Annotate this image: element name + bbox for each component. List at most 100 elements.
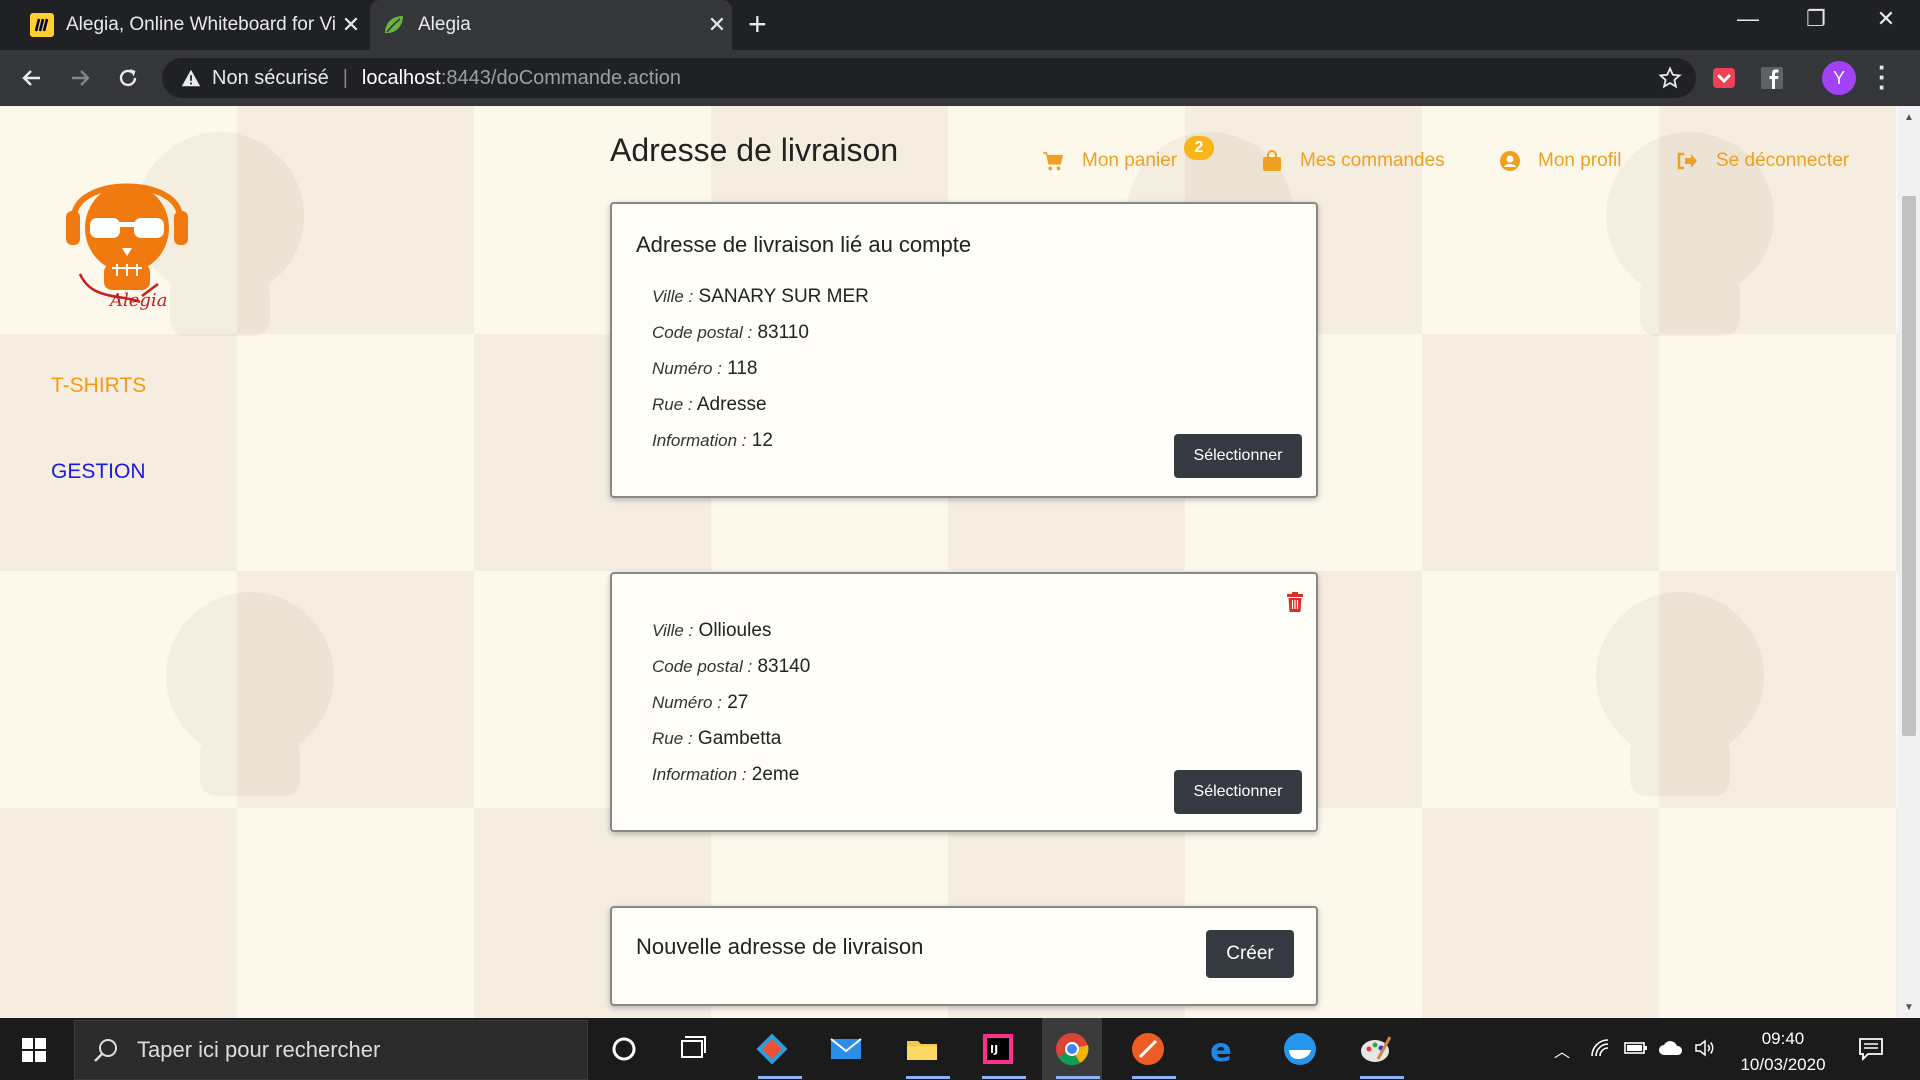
task-view-icon[interactable] — [676, 1031, 712, 1067]
paint-icon[interactable] — [1358, 1031, 1394, 1067]
address-card-saved: Ville : Ollioules Code postal : 83140 Nu… — [610, 572, 1318, 832]
scroll-down-icon[interactable]: ▼ — [1904, 1002, 1914, 1013]
field-label: Ville : — [652, 621, 694, 640]
address-bar[interactable]: Non sécurisé | localhost :8443/doCommand… — [162, 58, 1696, 98]
miro-icon — [30, 13, 54, 37]
mail-icon[interactable] — [828, 1031, 864, 1067]
field-label: Numéro : — [652, 693, 722, 712]
field-code-postal: Code postal : 83110 — [652, 322, 809, 344]
restore-icon[interactable]: ❐ — [1786, 6, 1846, 32]
sidebar-item-gestion[interactable]: GESTION — [51, 460, 146, 484]
intellij-icon[interactable]: IJ — [980, 1031, 1016, 1067]
field-ville: Ville : Ollioules — [652, 620, 771, 642]
new-tab-icon[interactable]: + — [748, 6, 767, 43]
chrome-icon[interactable] — [1054, 1031, 1090, 1067]
browser-tab-bar: Alegia, Online Whiteboard for Vi ✕ Alegi… — [0, 0, 1920, 50]
tab-alegia-miro[interactable]: Alegia, Online Whiteboard for Vi ✕ — [18, 0, 366, 50]
nav-logout-label: Se déconnecter — [1716, 150, 1850, 171]
tab-alegia[interactable]: Alegia ✕ — [370, 0, 732, 50]
volume-icon[interactable] — [1694, 1038, 1716, 1058]
forward-icon[interactable] — [60, 58, 100, 98]
trash-icon[interactable] — [1286, 592, 1304, 612]
field-label: Code postal : — [652, 657, 753, 676]
running-indicator — [758, 1076, 802, 1079]
field-ville: Ville : SANARY SUR MER — [652, 286, 869, 308]
taskbar-clock[interactable]: 09:40 10/03/2020 — [1728, 1026, 1838, 1078]
nav-profile-label: Mon profil — [1538, 150, 1622, 171]
field-value: 12 — [751, 430, 773, 451]
field-label: Information : — [652, 431, 747, 450]
close-window-icon[interactable]: ✕ — [1856, 6, 1916, 32]
file-explorer-icon[interactable] — [904, 1031, 940, 1067]
profile-avatar[interactable]: Y — [1822, 61, 1856, 95]
facebook-extension-icon[interactable] — [1758, 64, 1786, 92]
cortana-icon[interactable] — [606, 1031, 642, 1067]
menu-dots-icon[interactable]: · · · — [1878, 54, 1887, 100]
clock-date: 10/03/2020 — [1740, 1055, 1826, 1074]
scroll-up-icon[interactable]: ▲ — [1904, 112, 1914, 123]
edge-icon[interactable]: e — [1206, 1031, 1242, 1067]
nav-orders-label: Mes commandes — [1300, 150, 1445, 171]
windows-start-icon[interactable] — [22, 1038, 46, 1062]
select-address-button[interactable]: Sélectionner — [1174, 770, 1302, 814]
tab-title: Alegia, Online Whiteboard for Vi — [66, 14, 336, 35]
field-numero: Numéro : 118 — [652, 358, 758, 380]
field-value: 118 — [727, 358, 758, 379]
running-indicator — [906, 1076, 950, 1079]
wifi-icon[interactable] — [1590, 1038, 1612, 1058]
show-hidden-icons-icon[interactable]: ︿ — [1554, 1038, 1570, 1062]
bag-icon — [1263, 150, 1281, 171]
bookmark-star-icon[interactable] — [1658, 66, 1682, 90]
new-address-card: Nouvelle adresse de livraison Créer — [610, 906, 1318, 1006]
field-value: Gambetta — [697, 728, 782, 749]
select-address-button[interactable]: Sélectionner — [1174, 434, 1302, 478]
git-icon[interactable] — [754, 1031, 790, 1067]
taskbar-search[interactable]: Taper ici pour rechercher — [74, 1020, 588, 1080]
svg-text:Alegia: Alegia — [108, 290, 167, 311]
alegia-logo[interactable]: Alegia — [62, 156, 192, 316]
nav-profile[interactable]: Mon profil — [1500, 150, 1621, 172]
close-icon[interactable]: ✕ — [336, 12, 366, 38]
page-scrollbar[interactable]: ▲ ▼ — [1898, 106, 1920, 1018]
notification-center-icon[interactable] — [1858, 1036, 1884, 1062]
onedrive-cloud-icon[interactable] — [1658, 1040, 1684, 1056]
spring-leaf-icon — [385, 16, 403, 34]
skull-watermark — [1596, 592, 1764, 796]
avatar-initial: Y — [1832, 67, 1845, 88]
sidebar-item-tshirts[interactable]: T-SHIRTS — [51, 374, 146, 398]
field-label: Rue : — [652, 395, 693, 414]
field-code-postal: Code postal : 83140 — [652, 656, 810, 678]
field-label: Rue : — [652, 729, 693, 748]
back-icon[interactable] — [12, 58, 52, 98]
field-value: Ollioules — [698, 620, 772, 641]
field-value: Adresse — [696, 394, 767, 415]
scrollbar-thumb[interactable] — [1902, 196, 1916, 736]
docker-icon[interactable] — [1282, 1031, 1318, 1067]
security-status[interactable]: Non sécurisé — [212, 67, 329, 90]
nav-orders[interactable]: Mes commandes — [1262, 150, 1445, 172]
nav-logout[interactable]: Se déconnecter — [1676, 150, 1849, 172]
battery-icon[interactable] — [1624, 1040, 1648, 1056]
create-address-button[interactable]: Créer — [1206, 930, 1294, 978]
card-title: Adresse de livraison lié au compte — [636, 232, 972, 257]
field-label: Ville : — [652, 287, 694, 306]
nav-cart[interactable]: Mon panier — [1042, 150, 1177, 172]
warning-icon — [181, 69, 201, 87]
svg-text:e: e — [1210, 1031, 1232, 1067]
page-content: Alegia T-SHIRTS GESTION Adresse de livra… — [0, 106, 1898, 1018]
field-information: Information : 2eme — [652, 764, 799, 786]
minimize-icon[interactable]: — — [1718, 6, 1778, 32]
field-label: Code postal : — [652, 323, 753, 342]
postman-icon[interactable] — [1130, 1031, 1166, 1067]
taskbar-search-placeholder: Taper ici pour rechercher — [137, 1037, 381, 1062]
running-indicator — [1360, 1076, 1404, 1079]
user-circle-icon — [1500, 151, 1520, 171]
close-icon[interactable]: ✕ — [702, 12, 732, 38]
nav-cart-label: Mon panier — [1082, 150, 1178, 171]
reload-icon[interactable] — [108, 58, 148, 98]
field-numero: Numéro : 27 — [652, 692, 748, 714]
windows-taskbar: Taper ici pour rechercher IJ e ︿ 09:40 1… — [0, 1018, 1920, 1080]
running-indicator — [1132, 1076, 1176, 1079]
pocket-extension-icon[interactable] — [1710, 64, 1738, 92]
field-value: 27 — [727, 692, 749, 713]
